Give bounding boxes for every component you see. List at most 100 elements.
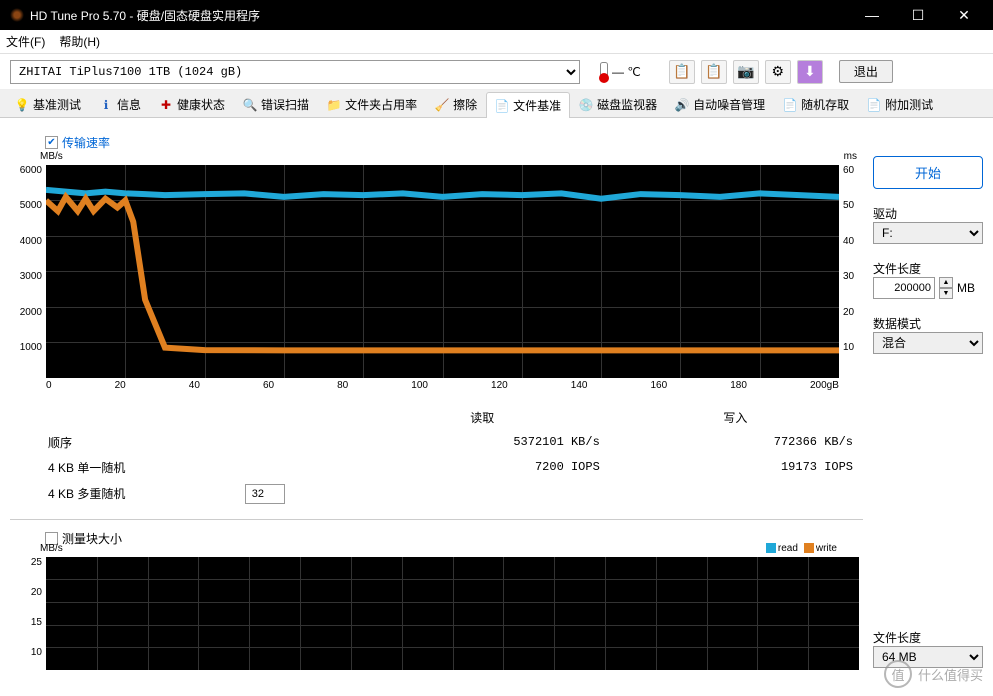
chart-plot-area-2 [46, 557, 859, 670]
watermark-icon: 值 [884, 660, 912, 688]
drive-group: 驱动 F: [873, 199, 983, 244]
window-titlebar: HD Tune Pro 5.70 - 硬盘/固态硬盘实用程序 — ☐ ✕ [0, 0, 993, 30]
row-label: 4 KB 多重随机 [40, 481, 235, 507]
transfer-chart: MB/s ms 600050004000300020001000 6050403… [10, 165, 863, 394]
tab-文件基准[interactable]: 📄 文件基准 [486, 92, 570, 118]
chart-plot-area [46, 165, 839, 378]
file-length-2-label: 文件长度 [873, 629, 983, 646]
save-button[interactable]: ⬇ [797, 60, 823, 84]
tab-icon: 📄 [783, 98, 797, 112]
table-row: 4 KB 多重随机 [40, 481, 861, 507]
random-single-read: 7200 IOPS [357, 456, 608, 479]
tab-label: 文件夹占用率 [345, 96, 417, 113]
main-area: ✔ 传输速率 MB/s ms 600050004000300020001000 … [0, 118, 993, 696]
tab-icon: 🔊 [675, 98, 689, 112]
watermark-text: 什么值得买 [918, 665, 983, 684]
exit-button[interactable]: 退出 [839, 60, 893, 83]
screenshot-button[interactable]: 📷 [733, 60, 759, 84]
transfer-rate-checkbox[interactable]: ✔ [45, 136, 58, 149]
y-axis-left-2: 25201510 [10, 557, 46, 670]
copy-button[interactable]: 📋 [669, 60, 695, 84]
pattern-group: 数据模式 混合 [873, 309, 983, 354]
tab-label: 擦除 [453, 96, 477, 113]
maximize-button[interactable]: ☐ [905, 2, 931, 28]
file-length-group: 文件长度 ▲▼ MB [873, 254, 983, 299]
tab-icon: 📄 [495, 99, 509, 113]
close-button[interactable]: ✕ [951, 2, 977, 28]
write-header: 写入 [610, 406, 861, 429]
row-label: 4 KB 单一随机 [40, 456, 235, 479]
transfer-rate-checkbox-row: ✔ 传输速率 [45, 134, 863, 151]
thermometer-icon [600, 62, 608, 82]
tab-错误扫描[interactable]: 🔍错误扫描 [234, 91, 318, 117]
divider [10, 519, 863, 520]
legend-write: write [804, 543, 837, 554]
block-size-label: 测量块大小 [62, 530, 122, 547]
menu-help[interactable]: 帮助(H) [59, 33, 100, 50]
tab-文件夹占用率[interactable]: 📁 文件夹占用率 [318, 91, 426, 117]
file-length-input[interactable] [873, 277, 935, 299]
tab-自动噪音管理[interactable]: 🔊 自动噪音管理 [666, 91, 774, 117]
table-row: 4 KB 单一随机 7200 IOPS 19173 IOPS [40, 456, 861, 479]
pattern-select[interactable]: 混合 [873, 332, 983, 354]
read-header: 读取 [357, 406, 608, 429]
block-size-checkbox-row: 测量块大小 [45, 530, 863, 547]
settings-button[interactable]: ⚙ [765, 60, 791, 84]
y-axis-left-label: MB/s [40, 151, 63, 162]
left-panel: ✔ 传输速率 MB/s ms 600050004000300020001000 … [10, 128, 863, 686]
tab-信息[interactable]: ℹ 信息 [90, 91, 150, 117]
tab-icon: ℹ [99, 98, 113, 112]
tab-健康状态[interactable]: ✚健康状态 [150, 91, 234, 117]
menu-file[interactable]: 文件(F) [6, 33, 45, 50]
temperature-value: — ℃ [612, 65, 641, 79]
tab-随机存取[interactable]: 📄 随机存取 [774, 91, 858, 117]
paste-button[interactable]: 📋 [701, 60, 727, 84]
legend-read: read [766, 543, 798, 554]
tab-基准测试[interactable]: 💡基准测试 [6, 91, 90, 117]
tab-label: 信息 [117, 96, 141, 113]
file-length-label: 文件长度 [873, 260, 983, 277]
tab-icon: 📁 [327, 98, 341, 112]
tab-icon: 📄 [867, 98, 881, 112]
queue-depth-input[interactable] [245, 484, 285, 504]
watermark: 值 什么值得买 [884, 660, 983, 688]
file-length-stepper[interactable]: ▲▼ [939, 277, 953, 299]
y-axis-right-label: ms [844, 151, 857, 162]
app-icon [10, 8, 24, 22]
right-panel: 开始 驱动 F: 文件长度 ▲▼ MB 数据模式 混合 文件长度 64 MB [873, 128, 983, 686]
random-multi-write [610, 481, 861, 507]
chart-legend: read write [766, 543, 837, 554]
y-axis-left-label-2: MB/s [40, 543, 63, 554]
pattern-label: 数据模式 [873, 315, 983, 332]
tab-附加测试[interactable]: 📄附加测试 [858, 91, 942, 117]
drive-letter-select[interactable]: F: [873, 222, 983, 244]
tab-label: 磁盘监视器 [597, 96, 657, 113]
drive-label: 驱动 [873, 205, 983, 222]
tab-icon: ✚ [159, 98, 173, 112]
transfer-rate-label: 传输速率 [62, 134, 110, 151]
toolbar-buttons: 📋 📋 📷 ⚙ ⬇ [669, 60, 823, 84]
drive-select[interactable]: ZHITAI TiPlus7100 1TB (1024 gB) [10, 60, 580, 84]
block-size-chart: MB/s read write 25201510 [10, 557, 863, 686]
tabstrip: 💡基准测试 ℹ 信息 ✚健康状态🔍错误扫描 📁 文件夹占用率 🧹 擦除 📄 文件基准 💿 磁盘监视器 🔊… [0, 90, 993, 118]
tab-磁盘监视器[interactable]: 💿 磁盘监视器 [570, 91, 666, 117]
tab-label: 文件基准 [513, 97, 561, 114]
sequential-read: 5372101 KB/s [357, 431, 608, 454]
start-button[interactable]: 开始 [873, 156, 983, 189]
file-length-unit: MB [957, 281, 975, 295]
tab-label: 随机存取 [801, 96, 849, 113]
y-axis-left: 600050004000300020001000 [10, 165, 46, 378]
toolbar: ZHITAI TiPlus7100 1TB (1024 gB) — ℃ 📋 📋 … [0, 54, 993, 90]
tab-label: 自动噪音管理 [693, 96, 765, 113]
window-title: HD Tune Pro 5.70 - 硬盘/固态硬盘实用程序 [30, 7, 859, 24]
tab-擦除[interactable]: 🧹 擦除 [426, 91, 486, 117]
menubar: 文件(F) 帮助(H) [0, 30, 993, 54]
random-single-write: 19173 IOPS [610, 456, 861, 479]
tab-icon: 🧹 [435, 98, 449, 112]
tab-icon: 💿 [579, 98, 593, 112]
minimize-button[interactable]: — [859, 2, 885, 28]
x-axis: 020406080100120140160180200gB [46, 380, 839, 394]
y-axis-right: 605040302010 [839, 165, 863, 378]
tab-icon: 🔍 [243, 98, 257, 112]
table-row: 顺序 5372101 KB/s 772366 KB/s [40, 431, 861, 454]
